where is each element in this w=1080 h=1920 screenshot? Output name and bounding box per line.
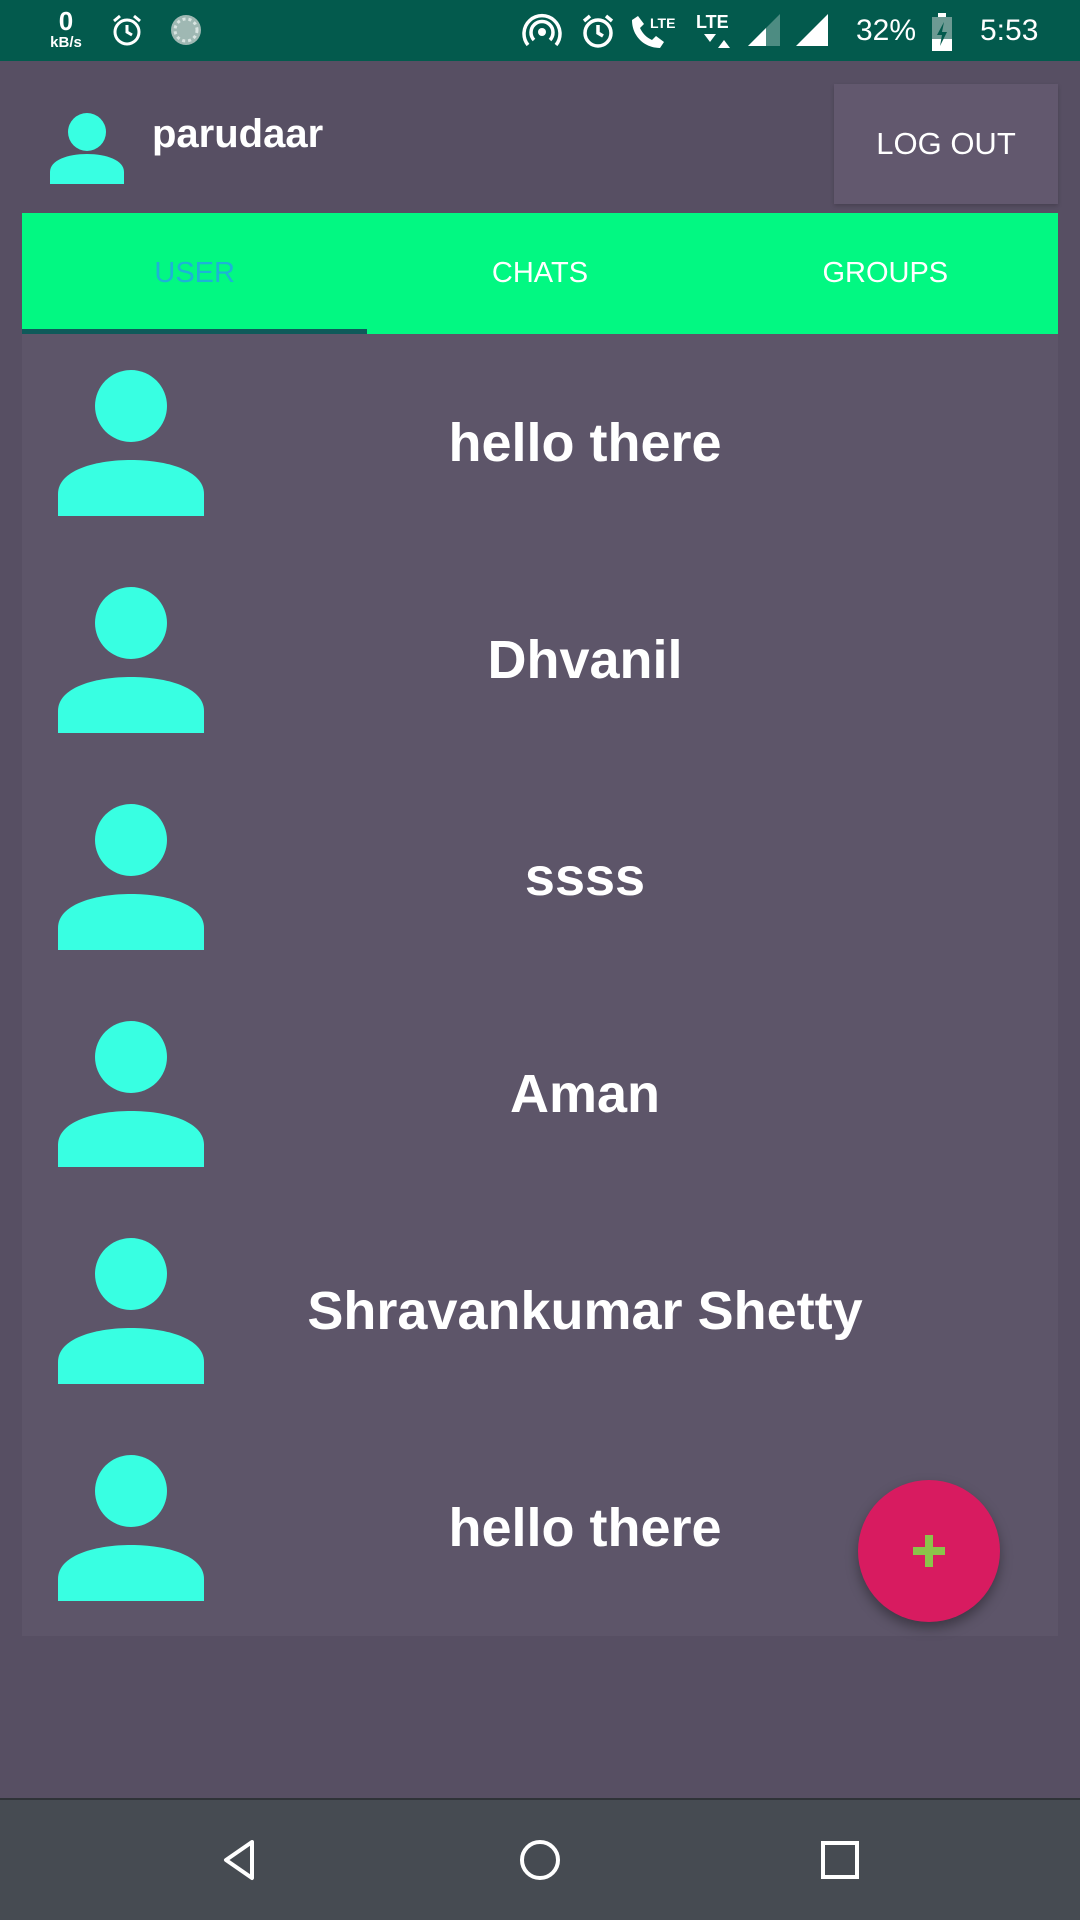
username: parudaar [152,112,324,156]
alarm-icon [113,14,141,46]
user-name: Dhvanil [487,629,683,690]
user-list: hello there Dhvanil ssss Aman Shravankum… [22,334,1058,1636]
home-icon[interactable] [518,1838,562,1882]
alarm-icon [582,14,614,48]
network-speed-value: 0 [58,6,74,36]
tab-user[interactable]: USER [22,213,367,334]
network-speed-unit: kB/s [50,34,82,51]
list-item[interactable]: Dhvanil [22,551,1058,768]
battery-charging-icon [932,13,952,51]
tab-chats[interactable]: CHATS [367,213,712,334]
list-item[interactable]: hello there [22,334,1058,551]
signal-icon [748,14,780,46]
user-name: Shravankumar Shetty [307,1280,863,1341]
navigation-bar [0,1798,1080,1920]
svg-text:LTE: LTE [650,15,675,31]
user-name: ssss [524,846,646,907]
lte-data-icon: LTE [696,12,730,48]
user-name: Aman [509,1063,661,1124]
svg-text:LTE: LTE [696,12,729,32]
tab-groups[interactable]: GROUPS [713,213,1058,334]
status-bar: 0 kB/s LTE LTE 32% 5:53 [0,0,1080,61]
tab-bar: USER CHATS GROUPS [22,213,1058,334]
user-name: hello there [448,412,722,473]
logout-button[interactable]: LOG OUT [834,84,1058,204]
network-speed: 0 kB/s [44,8,88,50]
person-icon [50,113,124,184]
clock: 5:53 [980,14,1039,47]
hotspot-icon [522,14,562,47]
list-item[interactable]: Aman [22,985,1058,1202]
lte-call-icon: LTE [632,15,675,48]
list-item[interactable]: Shravankumar Shetty [22,1202,1058,1419]
add-button[interactable] [858,1480,1000,1622]
loading-icon [171,15,201,45]
list-item[interactable]: ssss [22,768,1058,985]
back-icon[interactable] [218,1838,262,1882]
signal-icon [796,14,828,46]
recents-icon[interactable] [818,1838,862,1882]
plus-icon [913,1535,945,1567]
battery-percent: 32% [856,14,917,47]
